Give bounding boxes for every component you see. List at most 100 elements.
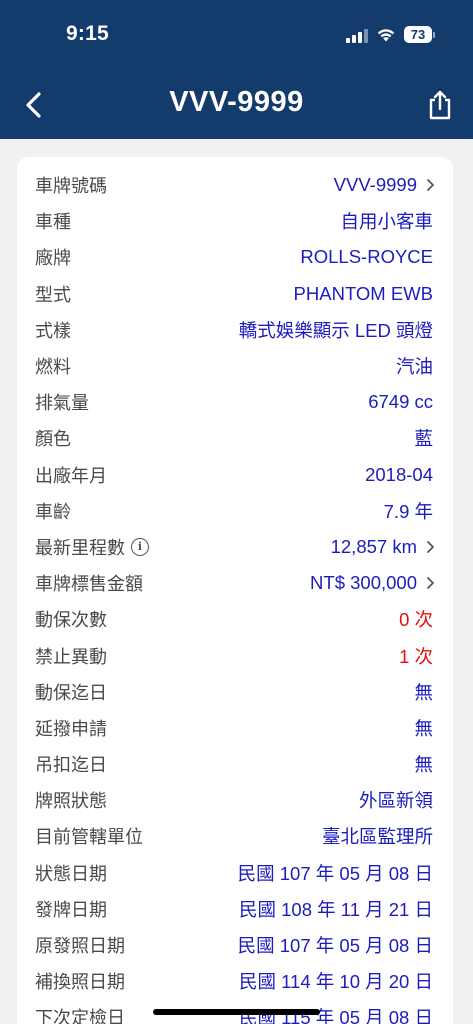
vehicle-info-card: 車牌號碼 VVV-9999 車種 自用小客車 廠牌 ROLLS-ROYCE 型式… [17, 157, 453, 1024]
chevron-right-icon [423, 540, 437, 554]
row-value: PHANTOM EWB [293, 282, 433, 304]
row-label-text: 補換照日期 [35, 972, 125, 994]
row-label: 補換照日期 [35, 968, 239, 994]
screen: 9:15 73 VVV-9999 車牌號碼 VVV-9999 車種 自用小客車 … [0, 0, 473, 1024]
home-indicator[interactable] [153, 1009, 320, 1015]
row-value: 6749 cc [368, 391, 433, 413]
row-label: 排氣量 [35, 389, 368, 415]
info-row-5: 燃料 汽油 [17, 348, 453, 384]
info-row-18: 目前管轄單位 臺北區監理所 [17, 818, 453, 854]
info-row-15: 延撥申請 無 [17, 710, 453, 746]
row-value: 無 [414, 681, 433, 703]
row-label-text: 延撥申請 [35, 718, 107, 740]
info-row-12: 動保次數 0 次 [17, 601, 453, 637]
row-label-text: 式樣 [35, 320, 71, 342]
wifi-icon [377, 29, 395, 42]
row-label-text: 排氣量 [35, 393, 89, 415]
row-label-text: 發牌日期 [35, 899, 107, 921]
row-value: 民國 108 年 11 月 21 日 [239, 898, 433, 920]
row-value: 0 次 [399, 609, 433, 631]
row-value: 自用小客車 [340, 211, 433, 233]
info-row-20: 發牌日期 民國 108 年 11 月 21 日 [17, 891, 453, 927]
status-icons: 73 [346, 26, 435, 43]
info-row-8: 出廠年月 2018-04 [17, 457, 453, 493]
share-icon [429, 90, 451, 120]
row-label-text: 顏色 [35, 429, 71, 451]
row-label: 車齡 [35, 498, 384, 524]
battery-level: 73 [404, 26, 432, 43]
page-title: VVV-9999 [169, 86, 304, 118]
info-icon[interactable]: i [131, 537, 149, 556]
info-row-17: 牌照狀態 外區新領 [17, 782, 453, 818]
info-rows: 車牌號碼 VVV-9999 車種 自用小客車 廠牌 ROLLS-ROYCE 型式… [17, 167, 453, 1024]
info-row-21: 原發照日期 民國 107 年 05 月 08 日 [17, 927, 453, 963]
row-label: 牌照狀態 [35, 787, 359, 813]
row-label: 顏色 [35, 425, 414, 451]
row-value: 臺北區監理所 [321, 826, 433, 848]
row-label: 車牌標售金額 [35, 570, 310, 596]
row-label-text: 禁止異動 [35, 646, 107, 668]
battery-icon: 73 [404, 26, 435, 43]
row-label: 目前管轄單位 [35, 823, 322, 849]
row-label: 狀態日期 [35, 860, 238, 886]
info-row-1: 車種 自用小客車 [17, 203, 453, 239]
info-row-7: 顏色 藍 [17, 420, 453, 456]
row-label: 動保迄日 [35, 679, 414, 705]
row-label: 吊扣迄日 [35, 751, 414, 777]
row-label: 動保次數 [35, 606, 399, 632]
row-label-text: 廠牌 [35, 248, 71, 270]
row-value: 2018-04 [365, 463, 433, 485]
row-label-text: 下次定檢日 [35, 1008, 125, 1024]
row-label: 延撥申請 [35, 715, 414, 741]
row-label-text: 動保迄日 [35, 682, 107, 704]
row-label-text: 吊扣迄日 [35, 755, 107, 777]
row-value: 轎式娛樂顯示 LED 頭燈 [238, 319, 433, 341]
row-value: VVV-9999 [333, 174, 417, 196]
status-time: 9:15 [66, 22, 109, 45]
info-row-11[interactable]: 車牌標售金額 NT$ 300,000 [17, 565, 453, 601]
info-row-9: 車齡 7.9 年 [17, 493, 453, 529]
info-row-4: 式樣 轎式娛樂顯示 LED 頭燈 [17, 312, 453, 348]
row-value: 民國 107 年 05 月 08 日 [237, 862, 433, 884]
row-value: NT$ 300,000 [310, 572, 417, 594]
info-row-3: 型式 PHANTOM EWB [17, 276, 453, 312]
row-label-text: 型式 [35, 284, 71, 306]
info-row-16: 吊扣迄日 無 [17, 746, 453, 782]
row-label: 燃料 [35, 353, 396, 379]
info-row-22: 補換照日期 民國 114 年 10 月 20 日 [17, 963, 453, 999]
info-row-14: 動保迄日 無 [17, 674, 453, 710]
chevron-right-icon [423, 576, 437, 590]
info-row-13: 禁止異動 1 次 [17, 637, 453, 673]
row-label: 車種 [35, 208, 340, 234]
row-label: 禁止異動 [35, 643, 399, 669]
row-label-text: 最新里程數 [35, 537, 125, 559]
row-label: 車牌號碼 [35, 172, 334, 198]
row-label-text: 車牌標售金額 [35, 574, 143, 596]
info-row-19: 狀態日期 民國 107 年 05 月 08 日 [17, 855, 453, 891]
row-label-text: 狀態日期 [35, 863, 107, 885]
row-label-text: 車牌號碼 [35, 176, 107, 198]
row-value: 藍 [414, 428, 433, 450]
row-value: 外區新領 [358, 790, 433, 812]
row-label-text: 原發照日期 [35, 936, 125, 958]
header: 9:15 73 VVV-9999 [0, 0, 473, 139]
row-label-text: 出廠年月 [35, 465, 107, 487]
row-label-text: 目前管轄單位 [35, 827, 143, 849]
row-label: 出廠年月 [35, 462, 365, 488]
row-value: 7.9 年 [383, 500, 433, 522]
info-row-0[interactable]: 車牌號碼 VVV-9999 [17, 167, 453, 203]
info-row-10[interactable]: 最新里程數 i 12,857 km [17, 529, 453, 565]
info-row-6: 排氣量 6749 cc [17, 384, 453, 420]
share-button[interactable] [427, 88, 453, 122]
cellular-signal-icon [346, 27, 368, 43]
row-label-text: 燃料 [35, 357, 71, 379]
row-value: 汽油 [395, 356, 433, 378]
info-row-2: 廠牌 ROLLS-ROYCE [17, 239, 453, 275]
row-label-text: 車齡 [35, 501, 71, 523]
row-label-text: 動保次數 [35, 610, 107, 632]
row-label: 式樣 [35, 317, 239, 343]
row-value: 1 次 [399, 645, 433, 667]
row-label-text: 牌照狀態 [35, 791, 107, 813]
row-label: 型式 [35, 281, 294, 307]
row-label-text: 車種 [35, 212, 71, 234]
